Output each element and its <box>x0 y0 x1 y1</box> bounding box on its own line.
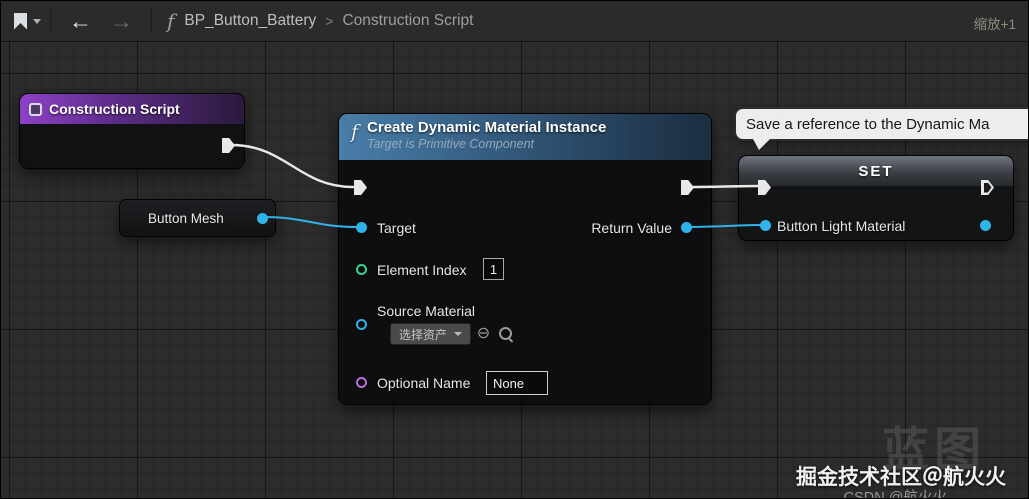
back-button[interactable]: ← <box>60 9 101 33</box>
node-construction-script[interactable]: Construction Script <box>19 93 245 169</box>
button-mesh-out-pin[interactable] <box>257 213 268 224</box>
exec-out-pin[interactable] <box>681 180 694 195</box>
toolbar-divider <box>50 8 51 34</box>
node-button-mesh-get[interactable]: Button Mesh <box>119 199 276 237</box>
exec-wire-construction-to-cdmi <box>229 143 355 189</box>
function-icon: f <box>351 121 359 143</box>
pin-label-source-material: Source Material <box>377 303 476 319</box>
element-index-pin[interactable] <box>356 264 367 275</box>
browse-asset-icon[interactable] <box>497 325 514 342</box>
pin-label-optional-name: Optional Name <box>377 375 471 391</box>
breadcrumb-current: Construction Script <box>342 12 474 29</box>
zoom-level-label: 缩放+1 <box>973 17 1016 32</box>
breadcrumb-root[interactable]: BP_Button_Battery <box>184 12 316 30</box>
node-create-dynamic-material-instance[interactable]: f Create Dynamic Material Instance Targe… <box>338 113 712 405</box>
node-header: f Create Dynamic Material Instance Targe… <box>339 114 711 160</box>
comment-bubble-tail <box>753 139 770 150</box>
pin-label-element-index: Element Index <box>377 262 467 278</box>
node-comment-bubble: Save a reference to the Dynamic Ma <box>734 107 1028 141</box>
blueprint-editor-window: ← → f BP_Button_Battery > Construction S… <box>0 0 1029 499</box>
chevron-down-icon <box>454 332 463 336</box>
node-title: Create Dynamic Material Instance <box>367 119 607 136</box>
pin-label-return-value: Return Value <box>591 220 672 236</box>
target-pin[interactable] <box>356 222 367 233</box>
graph-canvas[interactable]: Construction Script Button Mesh f Create… <box>1 42 1028 498</box>
node-title: Construction Script <box>49 101 180 117</box>
pin-label-target: Target <box>377 220 416 236</box>
return-value-pin[interactable] <box>681 222 692 233</box>
pin-label-button-light-material: Button Light Material <box>777 218 906 234</box>
node-title: SET <box>858 162 894 180</box>
function-icon: f <box>167 9 175 33</box>
construction-script-icon <box>29 102 42 116</box>
breadcrumb-separator-icon: > <box>325 13 334 29</box>
watermark-line2: CSDN @航火火 <box>843 490 947 499</box>
variable-label: Button Mesh <box>148 210 224 226</box>
asset-picker-label: 选择资产 <box>399 327 448 342</box>
bookmark-icon[interactable] <box>14 12 27 30</box>
exec-out-pin[interactable] <box>222 138 235 153</box>
forward-button[interactable]: → <box>101 9 142 33</box>
node-header: Construction Script <box>20 94 244 124</box>
chevron-down-icon[interactable] <box>33 18 41 24</box>
node-header: SET <box>739 156 1013 186</box>
source-material-pin[interactable] <box>356 319 367 330</box>
node-set-button-light-material[interactable]: SET Button Light Material <box>738 155 1014 241</box>
use-selected-asset-icon[interactable]: ⊖ <box>475 325 492 342</box>
exec-in-pin[interactable] <box>354 180 367 195</box>
graph-toolbar: ← → f BP_Button_Battery > Construction S… <box>1 1 1028 42</box>
set-out-pin[interactable] <box>980 220 991 231</box>
asset-picker-dropdown[interactable]: 选择资产 <box>390 323 472 345</box>
optional-name-pin[interactable] <box>356 377 367 388</box>
button-light-material-pin[interactable] <box>760 220 771 231</box>
element-index-input[interactable]: 1 <box>483 258 504 280</box>
toolbar-divider <box>151 8 152 34</box>
optional-name-input[interactable]: None <box>486 371 548 395</box>
node-subtitle: Target is Primitive Component <box>367 137 535 151</box>
